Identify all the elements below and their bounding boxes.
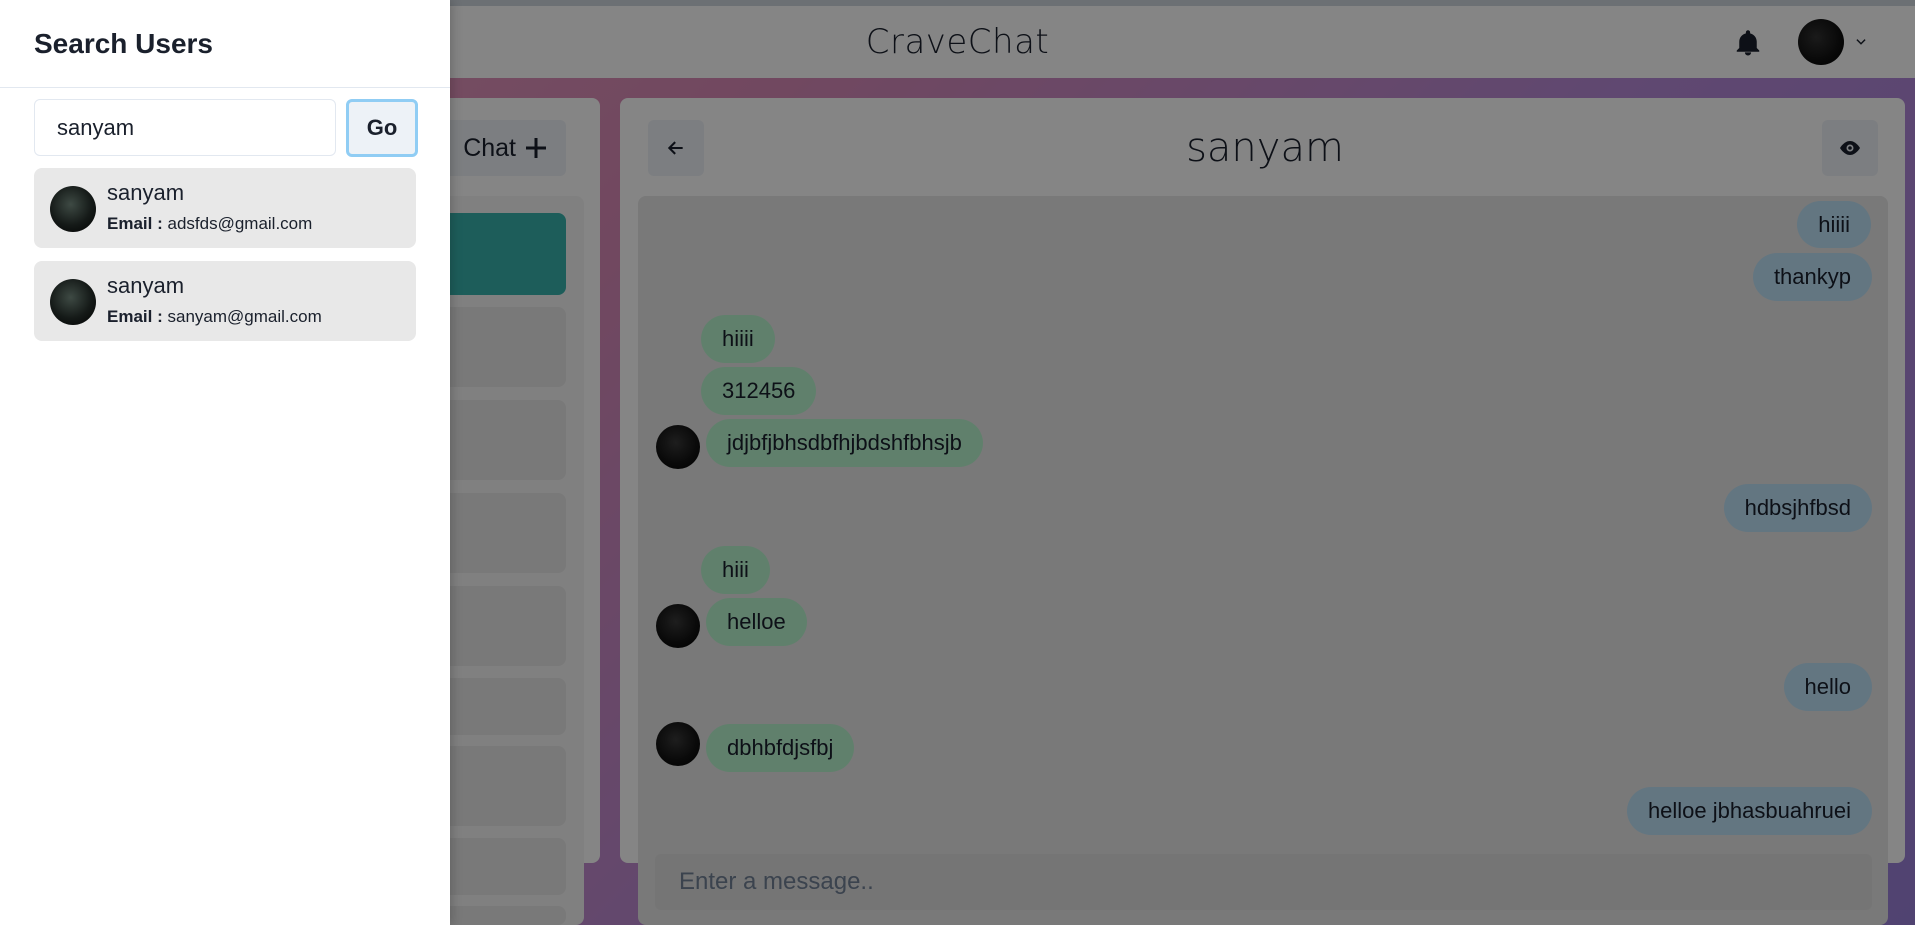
user-name: sanyam <box>107 180 185 205</box>
user-result-item[interactable]: sanyam Email : sanyam@gmail.com <box>34 261 416 341</box>
user-email: Email : sanyam@gmail.com <box>107 307 322 327</box>
user-name: sanyam <box>107 273 185 298</box>
search-row: Go <box>34 99 418 157</box>
search-input[interactable] <box>34 99 336 156</box>
search-drawer: Search Users Go sanyam Email : adsfds@gm… <box>0 0 450 925</box>
email-value: adsfds@gmail.com <box>167 214 313 233</box>
email-value: sanyam@gmail.com <box>167 307 322 326</box>
user-email: Email : adsfds@gmail.com <box>107 214 312 234</box>
avatar <box>50 186 96 232</box>
go-button[interactable]: Go <box>346 99 418 157</box>
email-label: Email : <box>107 307 163 326</box>
avatar <box>50 279 96 325</box>
user-result-item[interactable]: sanyam Email : adsfds@gmail.com <box>34 168 416 248</box>
drawer-title: Search Users <box>34 27 214 59</box>
drawer-header: Search Users <box>0 0 450 88</box>
email-label: Email : <box>107 214 163 233</box>
